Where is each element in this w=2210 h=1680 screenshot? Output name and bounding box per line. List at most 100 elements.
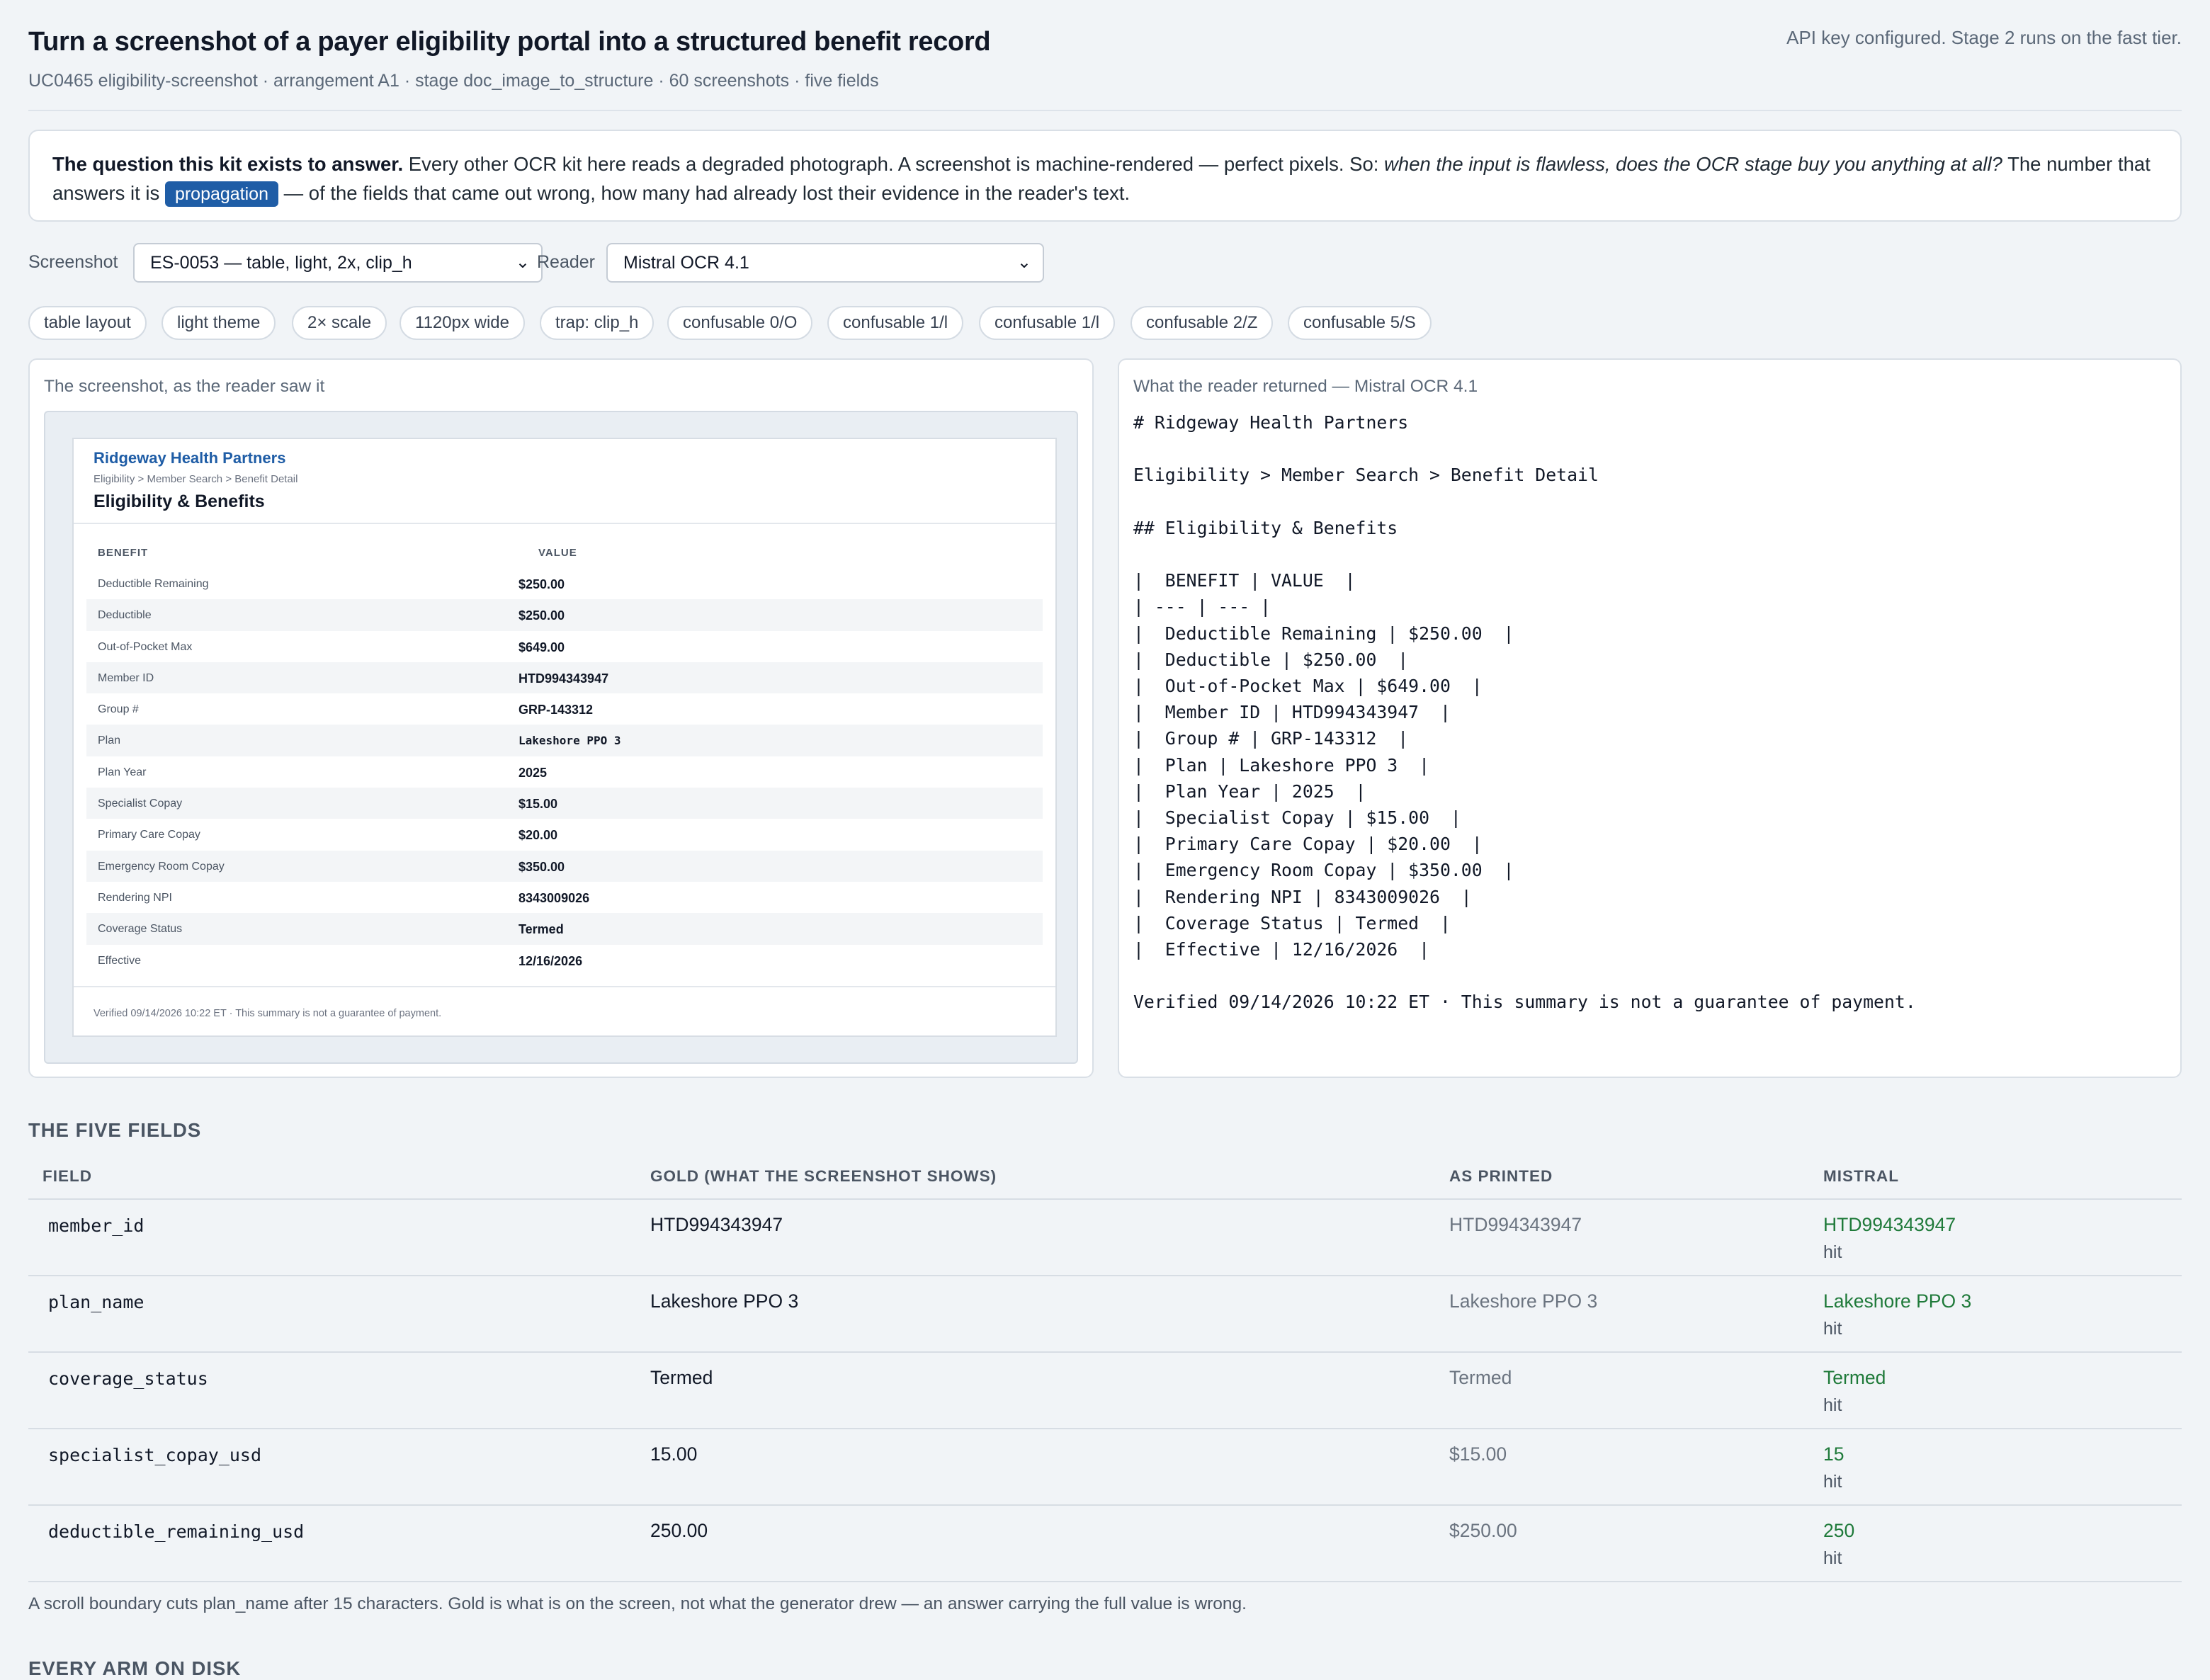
chevron-down-icon: ⌄ xyxy=(515,253,530,272)
benefit-value: GRP-143312 xyxy=(518,703,594,717)
printed-value: Termed xyxy=(1449,1367,1512,1388)
portal-breadcrumb: Eligibility > Member Search > Benefit De… xyxy=(94,473,298,485)
table-row: Member ID HTD994343947 xyxy=(86,662,1043,694)
table-row: Specialist Copay $15.00 xyxy=(86,788,1043,819)
gold-value: Lakeshore PPO 3 xyxy=(650,1290,799,1312)
chip-confusable: confusable 2/Z xyxy=(1130,306,1274,340)
benefit-value: $250.00 xyxy=(518,608,565,623)
benefit-name: Group # xyxy=(98,703,139,716)
field-name: plan_name xyxy=(48,1292,144,1312)
five-fields-table: FIELD GOLD (WHAT THE SCREENSHOT SHOWS) A… xyxy=(28,1162,2182,1582)
page-subtitle: UC0465 eligibility-screenshot · arrangem… xyxy=(28,71,879,91)
col-gold: GOLD (WHAT THE SCREENSHOT SHOWS) xyxy=(650,1167,997,1185)
benefit-name: Coverage Status xyxy=(98,923,183,936)
verdict: hit xyxy=(1823,1319,1842,1339)
reader-value: Lakeshore PPO 3 xyxy=(1823,1290,1972,1312)
clip-note: A scroll boundary cuts plan_name after 1… xyxy=(28,1594,1247,1613)
verdict: hit xyxy=(1823,1472,1842,1492)
portal-screenshot: Ridgeway Health Partners Eligibility > M… xyxy=(72,438,1057,1037)
benefit-name: Deductible xyxy=(98,609,152,622)
screenshot-select-value: ES-0053 — table, light, 2x, clip_h xyxy=(150,253,412,273)
benefit-value: $15.00 xyxy=(518,797,558,812)
page: Turn a screenshot of a payer eligibility… xyxy=(28,0,2182,1679)
gold-value: HTD994343947 xyxy=(650,1214,783,1235)
chip-scale: 2× scale xyxy=(292,306,387,340)
table-row: Primary Care Copay $20.00 xyxy=(86,819,1043,850)
gold-value: 15.00 xyxy=(650,1443,698,1465)
benefit-value: 8343009026 xyxy=(518,890,590,905)
table-row: Effective 12/16/2026 xyxy=(86,945,1043,976)
benefit-value: 2025 xyxy=(518,765,548,780)
ocr-text: # Ridgeway Health Partners Eligibility >… xyxy=(1133,412,1916,1013)
trait-chips: table layout light theme 2× scale 1120px… xyxy=(28,306,2182,341)
benefit-value: 12/16/2026 xyxy=(518,953,583,968)
api-status-note: API key configured. Stage 2 runs on the … xyxy=(1786,27,2182,48)
chevron-down-icon: ⌄ xyxy=(1016,253,1031,272)
gold-value: Termed xyxy=(650,1367,713,1388)
gold-value: 250.00 xyxy=(650,1520,708,1541)
benefit-name: Member ID xyxy=(98,671,154,684)
benefit-name: Emergency Room Copay xyxy=(98,860,225,873)
benefit-name: Out-of-Pocket Max xyxy=(98,640,193,653)
benefit-value: $350.00 xyxy=(518,859,565,874)
verdict: hit xyxy=(1823,1548,1842,1568)
field-name: member_id xyxy=(48,1215,144,1236)
reader-select-value: Mistral OCR 4.1 xyxy=(623,253,749,273)
reader-select-label: Reader xyxy=(537,252,595,272)
question-text-1: Every other OCR kit here reads a degrade… xyxy=(403,153,1385,175)
table-row: Plan Year 2025 xyxy=(86,756,1043,788)
chip-confusable: confusable 5/S xyxy=(1288,306,1432,340)
benefit-name: Primary Care Copay xyxy=(98,829,200,841)
benefit-value: Lakeshore PPO 3 xyxy=(518,734,621,748)
screenshot-select-label: Screenshot xyxy=(28,252,118,272)
benefit-value: $20.00 xyxy=(518,828,558,843)
chip-theme: light theme xyxy=(162,306,276,340)
benefit-name: Deductible Remaining xyxy=(98,578,209,590)
chip-width: 1120px wide xyxy=(400,306,525,340)
propagation-pill: propagation xyxy=(164,181,278,207)
controls-bar: Screenshot ES-0053 — table, light, 2x, c… xyxy=(28,243,2182,284)
col-reader: MISTRAL xyxy=(1823,1167,1899,1185)
question-text-3: — of the fields that came out wrong, how… xyxy=(278,182,1130,204)
table-row: Coverage Status Termed xyxy=(86,913,1043,945)
table-row: Plan Lakeshore PPO 3 xyxy=(86,725,1043,756)
benefit-name: Plan Year xyxy=(98,766,147,778)
chip-confusable: confusable 0/O xyxy=(667,306,813,340)
col-field: FIELD xyxy=(42,1167,92,1185)
portal-benefit-table: Deductible Remaining $250.00 Deductible $2… xyxy=(86,568,1043,976)
printed-value: HTD994343947 xyxy=(1449,1214,1582,1235)
reader-select[interactable]: Mistral OCR 4.1 ⌄ xyxy=(606,243,1044,283)
benefit-value: HTD994343947 xyxy=(518,671,609,686)
table-header: FIELD GOLD (WHAT THE SCREENSHOT SHOWS) A… xyxy=(28,1162,2182,1200)
table-row: plan_name Lakeshore PPO 3 Lakeshore PPO … xyxy=(28,1276,2182,1353)
divider xyxy=(74,986,1055,987)
reader-value: Termed xyxy=(1823,1367,1886,1388)
benefit-name: Rendering NPI xyxy=(98,891,172,904)
reader-value: HTD994343947 xyxy=(1823,1214,1956,1235)
table-row: Out-of-Pocket Max $649.00 xyxy=(86,631,1043,662)
chip-trap: trap: clip_h xyxy=(540,306,654,340)
table-row: Rendering NPI 8343009026 xyxy=(86,882,1043,913)
question-lead: The question this kit exists to answer. xyxy=(52,153,404,175)
ocr-panel-caption: What the reader returned — Mistral OCR 4… xyxy=(1133,377,1478,396)
portal-col-value: VALUE xyxy=(538,547,577,559)
benefit-name: Specialist Copay xyxy=(98,798,183,810)
benefit-value: Termed xyxy=(518,922,564,937)
verdict: hit xyxy=(1823,1395,1842,1415)
portal-col-benefit: BENEFIT xyxy=(98,547,149,559)
printed-value: $15.00 xyxy=(1449,1443,1507,1465)
screenshot-panel-caption: The screenshot, as the reader saw it xyxy=(44,377,325,396)
ocr-output-panel: What the reader returned — Mistral OCR 4… xyxy=(1118,358,2182,1078)
table-row: Deductible Remaining $250.00 xyxy=(86,568,1043,599)
table-row: Emergency Room Copay $350.00 xyxy=(86,850,1043,882)
field-name: coverage_status xyxy=(48,1368,208,1389)
table-row: coverage_status Termed Termed Termed hit xyxy=(28,1353,2182,1429)
page-title: Turn a screenshot of a payer eligibility… xyxy=(28,27,991,57)
screenshot-panel: The screenshot, as the reader saw it Rid… xyxy=(28,358,1094,1078)
screenshot-select[interactable]: ES-0053 — table, light, 2x, clip_h ⌄ xyxy=(133,243,543,283)
table-row: Deductible $250.00 xyxy=(86,599,1043,631)
col-printed: AS PRINTED xyxy=(1449,1167,1553,1185)
portal-heading: Eligibility & Benefits xyxy=(94,492,265,511)
portal-org-name: Ridgeway Health Partners xyxy=(94,449,286,467)
portal-footer: Verified 09/14/2026 10:22 ET · This summ… xyxy=(94,1008,442,1019)
